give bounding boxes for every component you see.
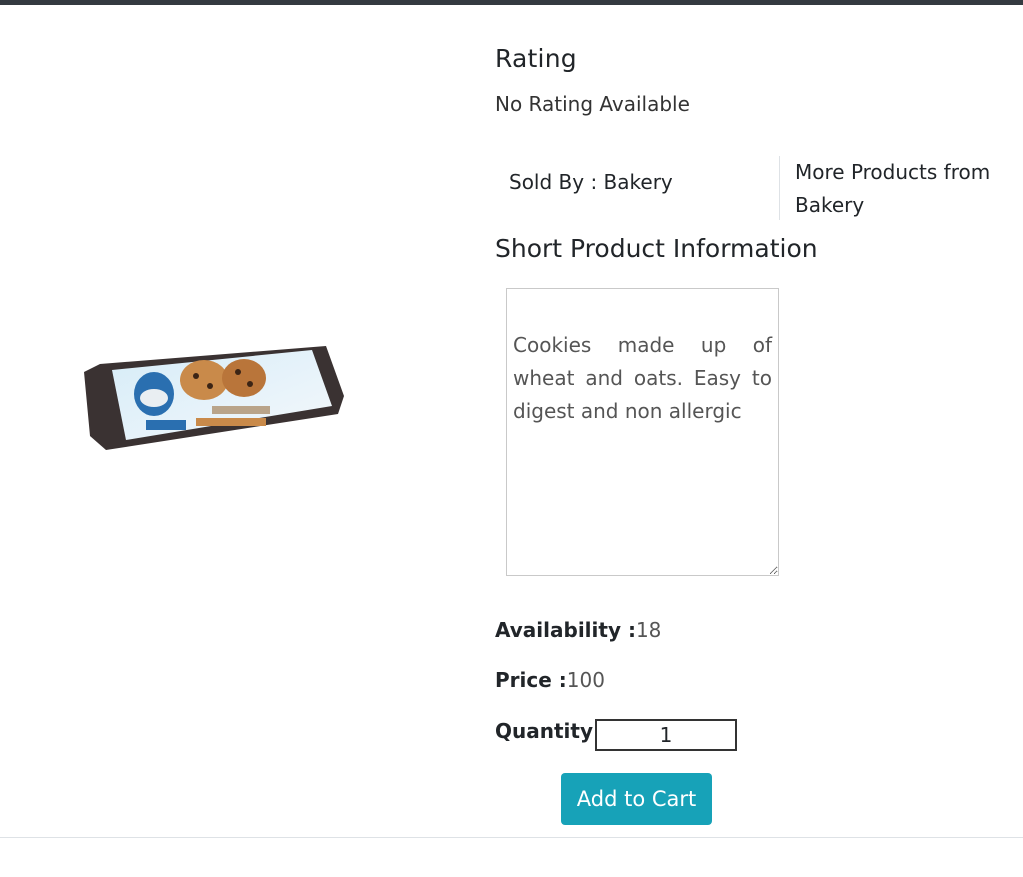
price-label: Price : bbox=[495, 668, 567, 692]
product-details-panel: Rating No Rating Available Sold By : Bak… bbox=[495, 0, 1023, 877]
section-divider bbox=[0, 837, 1023, 838]
short-info-textarea[interactable]: Cookies made up of wheat and oats. Easy … bbox=[506, 288, 779, 576]
availability-label: Availability : bbox=[495, 618, 636, 642]
rating-value: No Rating Available bbox=[495, 92, 690, 116]
add-to-cart-button[interactable]: Add to Cart bbox=[561, 773, 712, 825]
price-row: Price :100 bbox=[495, 668, 605, 692]
availability-row: Availability :18 bbox=[495, 618, 661, 642]
quantity-row: Quantity : bbox=[495, 719, 608, 743]
quantity-label: Quantity : bbox=[495, 719, 608, 743]
product-image bbox=[76, 340, 348, 456]
seller-divider bbox=[779, 156, 780, 220]
availability-value: 18 bbox=[635, 618, 662, 642]
cookie-pack-illustration bbox=[84, 346, 344, 450]
seller-row: Sold By : Bakery More Products from Bake… bbox=[495, 156, 1023, 222]
sold-by-label: Sold By : Bakery bbox=[509, 170, 673, 194]
short-info-heading: Short Product Information bbox=[495, 234, 818, 263]
quantity-input[interactable] bbox=[595, 719, 737, 751]
more-products-link[interactable]: More Products from Bakery bbox=[795, 156, 1020, 222]
rating-heading: Rating bbox=[495, 44, 577, 73]
price-value: 100 bbox=[566, 668, 605, 692]
